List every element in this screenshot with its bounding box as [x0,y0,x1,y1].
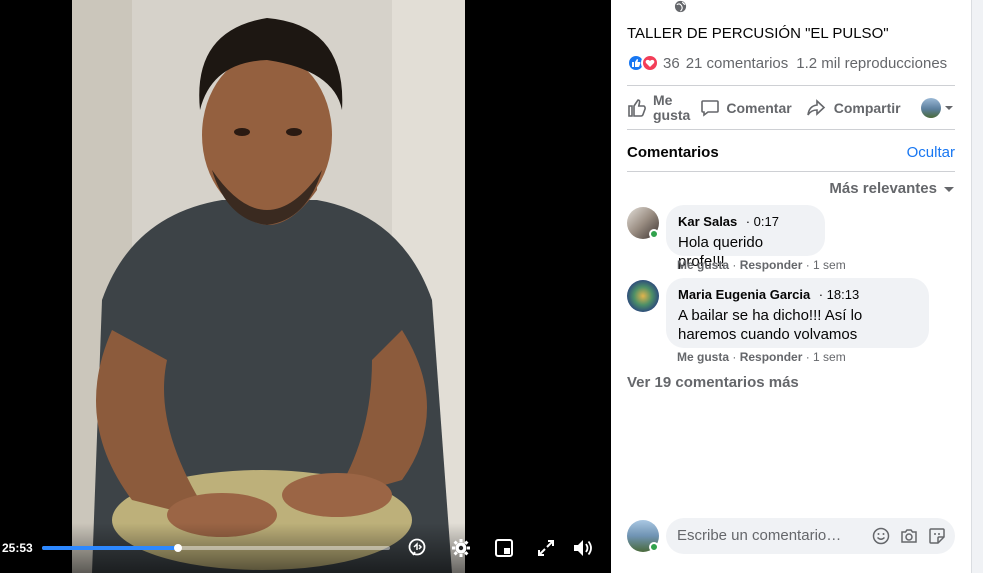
divider [627,129,955,130]
post-stats: 36 21 comentarios 1.2 mil reproducciones [627,54,947,72]
sort-comments-dropdown[interactable]: Más relevantes [829,180,955,197]
video-frame [72,0,465,573]
commenter-name[interactable]: Kar Salas [678,214,737,229]
love-reaction-icon[interactable] [641,54,659,72]
share-button[interactable]: Compartir [806,98,901,118]
divider [627,171,955,172]
post-actions: Me gusta Comentar Compartir [627,90,957,126]
video-progress-knob[interactable] [173,544,182,552]
like-label-line2: gusta [653,107,691,123]
sort-label: Más relevantes [829,180,937,197]
video-time: 25:53 [2,541,33,555]
comment-age[interactable]: 1 sem [813,258,846,272]
reaction-count[interactable]: 36 [663,55,680,72]
comment-label: Comentar [726,100,792,116]
profile-avatar-small [920,98,941,118]
comment-icon [701,100,720,117]
comment-timestamp[interactable]: · 0:17 [746,214,779,229]
online-indicator [649,542,659,552]
divider [627,85,955,86]
comment-bubble: Kar Salas · 0:17 Hola querido profe!!! [666,205,825,270]
mini-player-icon[interactable] [493,537,515,559]
commenter-name[interactable]: Maria Eugenia Garcia [678,287,810,302]
captions-icon[interactable] [406,537,428,559]
volume-icon[interactable] [572,537,594,559]
caret-down-icon [944,186,954,192]
comment-reply-link[interactable]: Responder [740,350,803,364]
hide-comments-link[interactable]: Ocultar [907,144,955,161]
share-icon [806,99,825,116]
share-label: Compartir [833,100,901,116]
online-indicator [649,229,659,239]
comment-timestamp[interactable]: · 18:13 [819,287,860,302]
emoji-icon[interactable] [871,526,891,546]
fullscreen-icon[interactable] [535,537,557,559]
page-scroll-edge [971,0,983,573]
video-progress-fill [42,546,178,550]
comment-like-link[interactable]: Me gusta [677,350,729,364]
commenter-avatar[interactable] [627,280,659,312]
comment-age[interactable]: 1 sem [813,350,846,364]
comment-meta: Me gusta · Responder · 1 sem [677,350,846,364]
views-count: 1.2 mil reproducciones [796,54,948,72]
settings-gear-icon[interactable] [450,537,472,559]
audience-selector[interactable] [920,98,954,118]
video-player[interactable]: 25:53 [0,0,611,573]
sticker-icon[interactable] [927,526,947,546]
comments-header: Comentarios [627,144,719,161]
comment-button[interactable]: Comentar [700,98,792,118]
globe-icon [674,0,687,16]
comment-like-link[interactable]: Me gusta [677,258,729,272]
post-side-panel: TALLER DE PERCUSIÓN "EL PULSO" 36 21 com… [611,0,971,573]
thumbs-up-icon [628,99,646,117]
like-label-line1: Me [653,92,673,108]
comment-text: A bailar se ha dicho!!! Así lo haremos c… [678,307,863,343]
video-progress-bar[interactable] [42,544,390,552]
camera-icon[interactable] [899,526,919,546]
like-button[interactable]: Me gusta [627,93,690,123]
comment-bubble: Maria Eugenia Garcia · 18:13 A bailar se… [666,278,929,348]
comment-meta: Me gusta · Responder · 1 sem [677,258,846,272]
video-still-person [72,0,465,573]
comments-count[interactable]: 21 comentarios [686,55,789,72]
chevron-down-icon [944,106,953,110]
comment-reply-link[interactable]: Responder [740,258,803,272]
comment-composer [666,518,955,554]
post-title: TALLER DE PERCUSIÓN "EL PULSO" [627,25,889,42]
comment-input[interactable] [677,527,867,544]
view-more-comments-link[interactable]: Ver 19 comentarios más [627,374,799,391]
